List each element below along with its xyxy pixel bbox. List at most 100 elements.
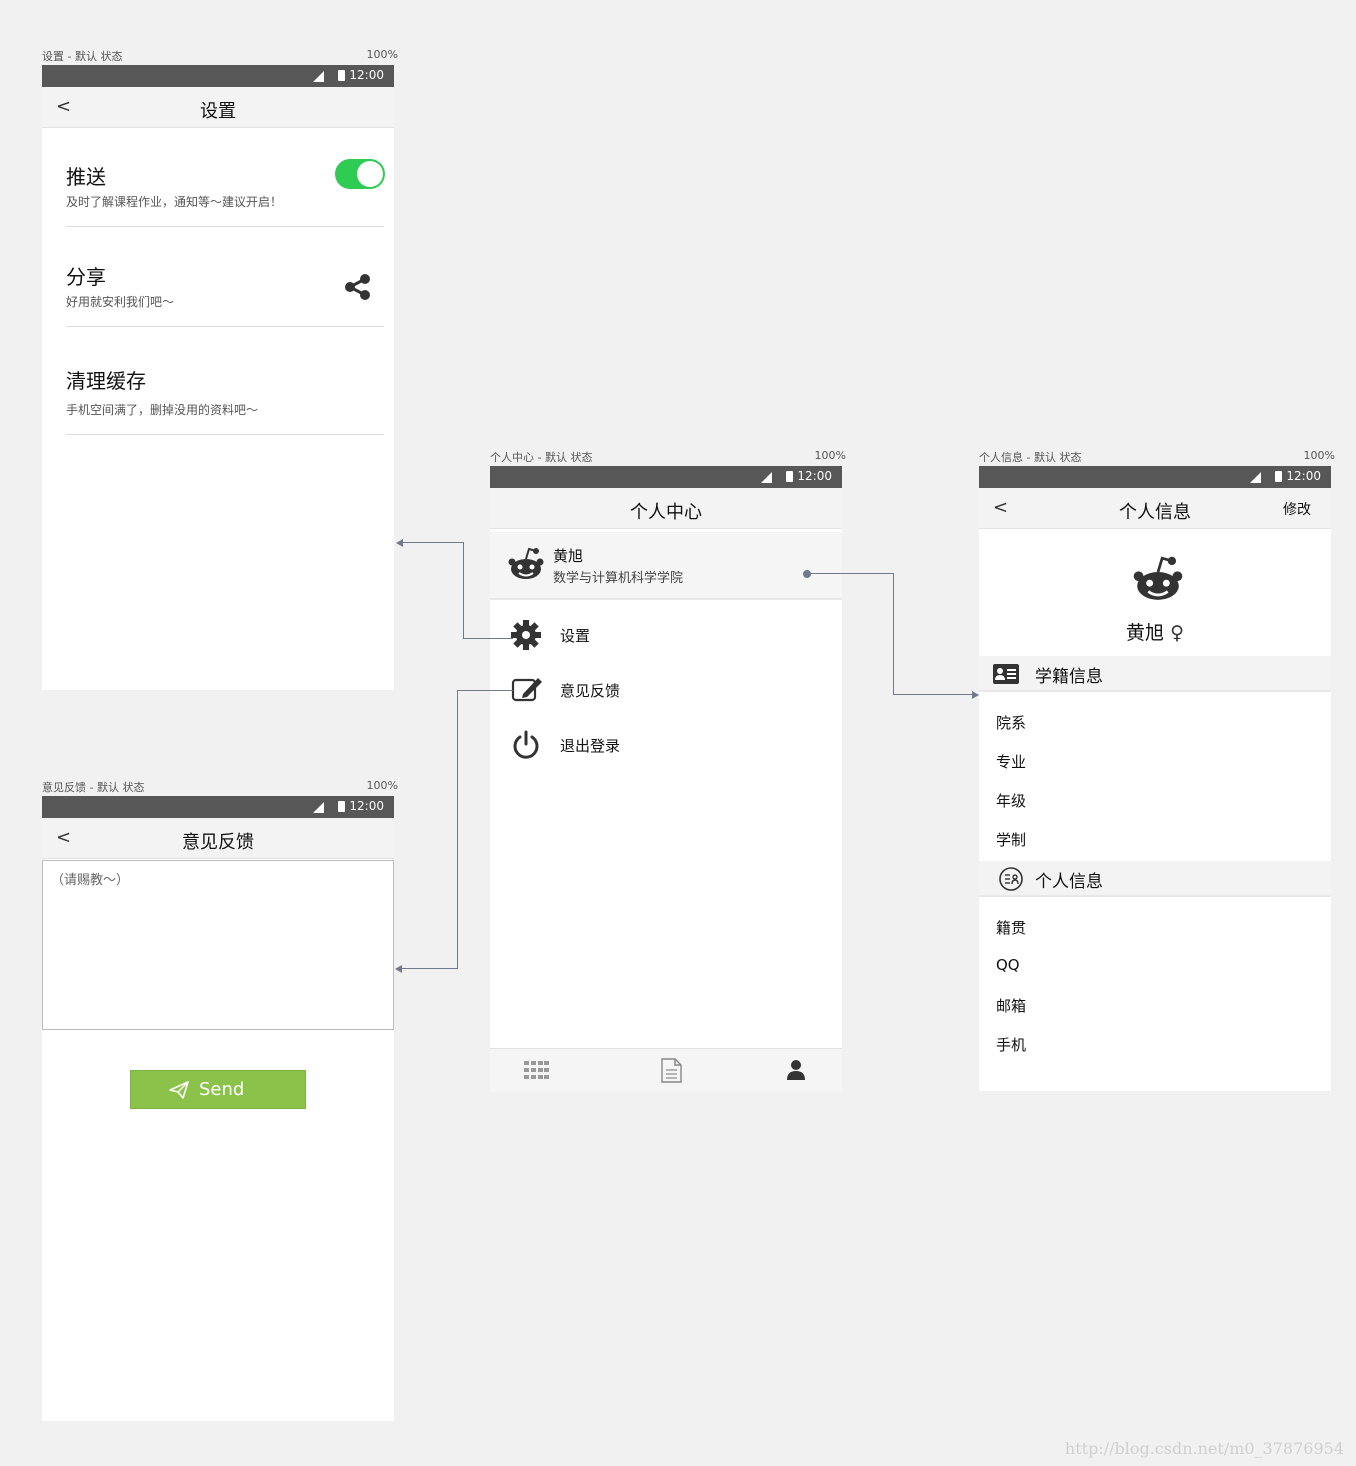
send-button[interactable]: Send xyxy=(130,1070,306,1109)
document-icon[interactable] xyxy=(661,1058,682,1083)
menu-item-settings[interactable]: 设置 xyxy=(490,615,842,655)
tab-bar xyxy=(490,1048,842,1092)
section-personal-info: 个人信息 xyxy=(979,861,1331,897)
menu-label: 退出登录 xyxy=(560,737,621,755)
user-name: 黄旭 xyxy=(553,547,584,565)
info-percent: 100% xyxy=(1303,449,1335,462)
settings-row-clear-cache[interactable]: 清理缓存 手机空间满了，删掉没用的资料吧～ xyxy=(66,357,384,435)
field-department: 院系 xyxy=(996,714,1027,732)
settings-header: < 设置 xyxy=(42,87,394,128)
feedback-header: < 意见反馈 xyxy=(42,818,394,859)
grid-icon[interactable] xyxy=(524,1061,549,1080)
battery-icon xyxy=(338,70,345,81)
connector-line xyxy=(463,542,464,639)
id-card-icon xyxy=(993,664,1019,684)
row-title: 分享 xyxy=(66,265,106,289)
signal-icon xyxy=(313,71,324,82)
row-subtitle: 手机空间满了，删掉没用的资料吧～ xyxy=(66,403,259,417)
feedback-placeholder: （请赐教～） xyxy=(51,873,130,888)
user-card[interactable]: 黄旭 数学与计算机科学学院 xyxy=(490,532,842,600)
feedback-caption: 意见反馈 - 默认 状态 xyxy=(42,781,145,794)
menu-item-feedback[interactable]: 意见反馈 xyxy=(490,670,842,710)
row-title: 推送 xyxy=(66,165,106,189)
center-caption: 个人中心 - 默认 状态 xyxy=(490,451,593,464)
watermark: http://blog.csdn.net/m0_37876954 xyxy=(1064,1439,1344,1458)
page-title: 设置 xyxy=(200,101,236,122)
battery-icon xyxy=(786,471,793,482)
center-header: 个人中心 xyxy=(490,488,842,529)
field-qq: QQ xyxy=(996,956,1020,974)
connector-line xyxy=(457,690,458,969)
status-time: 12:00 xyxy=(349,68,384,82)
info-statusbar: 12:00 xyxy=(979,466,1331,488)
connector-line xyxy=(893,573,894,695)
connector-line xyxy=(402,542,464,543)
status-time: 12:00 xyxy=(1286,469,1321,483)
section-label: 个人信息 xyxy=(1035,872,1103,892)
info-header: < 个人信息 修改 xyxy=(979,488,1331,529)
feedback-screen: < 意见反馈 （请赐教～） Send xyxy=(42,818,394,1421)
row-subtitle: 好用就安利我们吧～ xyxy=(66,295,175,309)
power-icon xyxy=(513,730,539,759)
row-title: 清理缓存 xyxy=(66,369,146,393)
connector-arrow xyxy=(395,965,402,973)
feedback-textarea[interactable]: （请赐教～） xyxy=(42,860,394,1030)
id-badge-icon xyxy=(999,867,1023,891)
center-percent: 100% xyxy=(814,449,846,462)
section-label: 学籍信息 xyxy=(1035,667,1103,687)
user-college: 数学与计算机科学学院 xyxy=(553,571,684,586)
field-hometown: 籍贯 xyxy=(996,919,1027,937)
connector-dot xyxy=(803,570,811,578)
connector-line xyxy=(457,690,513,691)
menu-label: 意见反馈 xyxy=(560,682,621,700)
settings-caption: 设置 - 默认 状态 xyxy=(42,50,123,63)
section-school-info: 学籍信息 xyxy=(979,656,1331,692)
status-time: 12:00 xyxy=(797,469,832,483)
info-caption: 个人信息 - 默认 状态 xyxy=(979,451,1082,464)
profile-name: 黄旭 xyxy=(1126,622,1165,644)
push-toggle[interactable] xyxy=(335,159,385,189)
field-major: 专业 xyxy=(996,753,1027,771)
menu-label: 设置 xyxy=(560,627,591,645)
connector-arrow xyxy=(972,691,979,699)
paper-plane-icon xyxy=(169,1081,189,1099)
status-time: 12:00 xyxy=(349,799,384,813)
field-program-length: 学制 xyxy=(996,831,1027,849)
center-screen: 个人中心 黄旭 数学与计算机科学学院 设置 意见反馈 退出登录 xyxy=(490,488,842,1092)
profile-name-line: 黄旭 ♀ xyxy=(979,618,1331,645)
female-icon: ♀ xyxy=(1170,622,1184,644)
battery-icon xyxy=(338,801,345,812)
share-icon[interactable] xyxy=(344,273,372,301)
settings-percent: 100% xyxy=(366,48,398,61)
connector-line xyxy=(401,968,458,969)
field-phone: 手机 xyxy=(996,1036,1027,1054)
connector-line xyxy=(463,638,513,639)
connector-line xyxy=(893,694,973,695)
settings-row-push[interactable]: 推送 及时了解课程作业，通知等～建议开启！ xyxy=(66,153,385,227)
settings-statusbar: 12:00 xyxy=(42,65,394,87)
field-grade: 年级 xyxy=(996,792,1027,810)
signal-icon xyxy=(1250,472,1261,483)
feedback-statusbar: 12:00 xyxy=(42,796,394,818)
page-title: 个人信息 xyxy=(1119,502,1191,523)
center-statusbar: 12:00 xyxy=(490,466,842,488)
row-subtitle: 及时了解课程作业，通知等～建议开启！ xyxy=(66,195,283,209)
edit-button[interactable]: 修改 xyxy=(1283,499,1311,519)
edit-icon xyxy=(511,678,542,702)
user-icon[interactable] xyxy=(787,1059,805,1081)
menu-item-logout[interactable]: 退出登录 xyxy=(490,725,842,765)
field-email: 邮箱 xyxy=(996,997,1027,1015)
signal-icon xyxy=(761,472,772,483)
settings-row-share[interactable]: 分享 好用就安利我们吧～ xyxy=(66,253,384,327)
avatar xyxy=(1133,556,1183,600)
settings-screen: < 设置 推送 及时了解课程作业，通知等～建议开启！ 分享 好用就安利我们吧～ … xyxy=(42,87,394,690)
page-title: 意见反馈 xyxy=(182,832,254,853)
connector-line xyxy=(810,573,894,574)
gear-icon xyxy=(511,620,541,650)
avatar xyxy=(508,547,544,579)
connector-arrow xyxy=(396,539,403,547)
info-screen: < 个人信息 修改 黄旭 ♀ 学籍信息 院系 专业 年级 学制 个人信息 籍贯 … xyxy=(979,488,1331,1091)
battery-icon xyxy=(1275,471,1282,482)
feedback-percent: 100% xyxy=(366,779,398,792)
signal-icon xyxy=(313,802,324,813)
